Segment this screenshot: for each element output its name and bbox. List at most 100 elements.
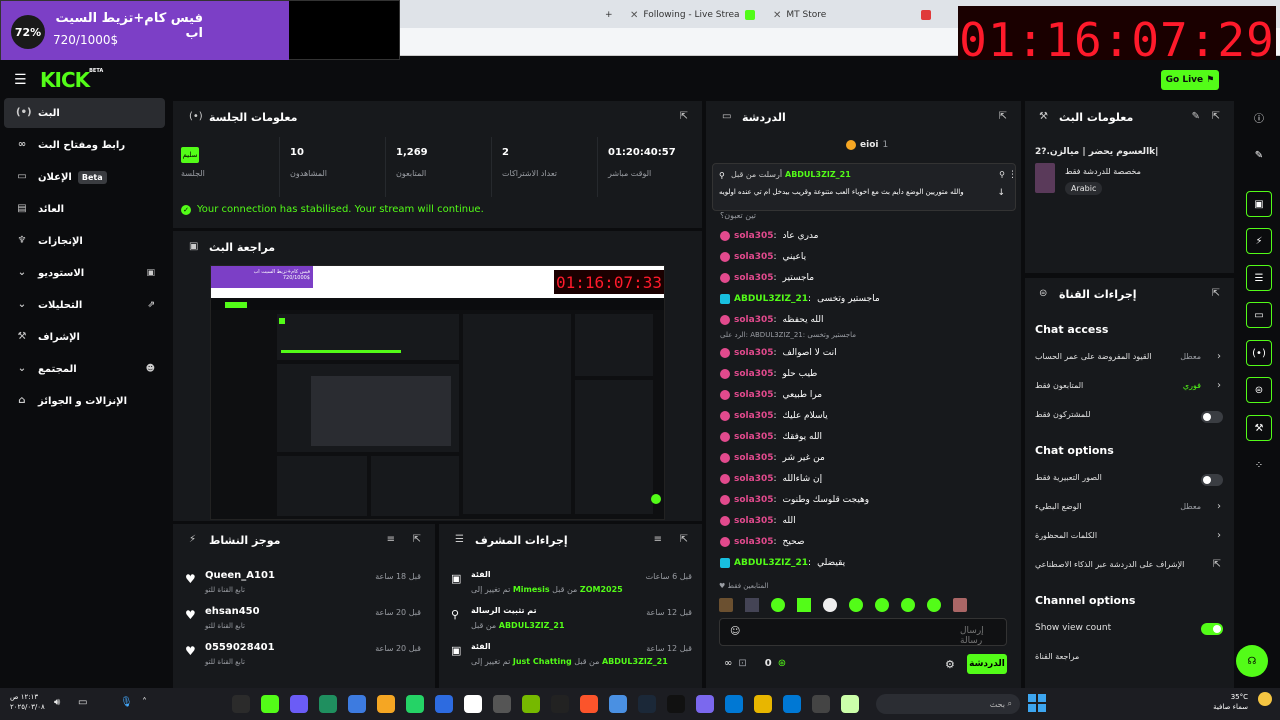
show-view-count-toggle[interactable] [1201, 623, 1223, 635]
subscribers-only-toggle[interactable] [1201, 411, 1223, 423]
list-icon[interactable]: ☰ [1246, 265, 1272, 291]
taskbar-app-icon[interactable] [232, 695, 250, 713]
chat-username[interactable]: ABDUL3ZIZ_21 [734, 558, 808, 568]
taskbar-app-icon[interactable] [348, 695, 366, 713]
gear-icon[interactable]: ⚙ [945, 658, 955, 671]
chat-username[interactable]: sola305 [734, 390, 774, 400]
preview-icon[interactable]: ▣ [1246, 191, 1272, 217]
chat-input[interactable]: ☺ إرسال رسالة [719, 618, 1007, 646]
sidebar-item-ads[interactable]: ▭ الإعلان Beta [4, 162, 165, 192]
start-icon[interactable] [1028, 694, 1046, 712]
browser-tab-mtstore[interactable]: ✕ MT Store [773, 6, 943, 24]
menu-icon[interactable]: ☰ [14, 72, 27, 88]
taskbar-app-icon[interactable] [493, 695, 511, 713]
stream-preview-video[interactable]: فيس كام+تزيط السيت اب 720/1000$ 01:16:07… [210, 265, 665, 520]
filter-icon[interactable]: ≡ [387, 534, 395, 545]
ai-moderation-row[interactable]: الإشراف على الدردشة عبر الذكاء الاصطناعي… [1035, 559, 1225, 576]
sidebar-item-moderation[interactable]: ⚒ الإشراف [4, 322, 165, 352]
chat-username[interactable]: sola305 [734, 474, 774, 484]
help-icon[interactable]: ☊ [1236, 645, 1268, 677]
volume-icon[interactable]: 🔊︎ [54, 697, 60, 708]
chat-username[interactable]: sola305 [734, 273, 774, 283]
emote-icon[interactable] [953, 598, 967, 612]
more-icon[interactable]: ⋮ [1008, 170, 1017, 180]
chat-username[interactable]: sola305 [734, 411, 774, 421]
taskbar-clock[interactable]: ١٢:١٣ ص ٢٠٢٥/٠٣/٠٨ [10, 692, 45, 712]
taskbar-search[interactable]: بحث ⌕ [876, 694, 1020, 714]
taskbar-app-icon[interactable] [464, 695, 482, 713]
followers-only-row[interactable]: المتابعون فقط فوري › [1035, 380, 1225, 397]
sidebar-item-stream-key[interactable]: ∞ رابط ومفتاح البث [4, 130, 165, 160]
edit-icon[interactable]: ✎ [1192, 111, 1200, 122]
broadcast-icon[interactable]: (•) [1246, 340, 1272, 366]
taskbar-app-icon[interactable] [580, 695, 598, 713]
info-icon[interactable]: ⓘ [1246, 104, 1272, 130]
sidebar-item-drops[interactable]: ⌂ الإنزالات و الجوائز [4, 386, 165, 416]
sidebar-item-achievements[interactable]: ♆ الإنجازات [4, 226, 165, 256]
popout-icon[interactable]: ⇱ [680, 534, 688, 545]
sidebar-item-analytics[interactable]: ⌄ التحليلات ⇗ [4, 290, 165, 320]
chat-username[interactable]: sola305 [734, 453, 774, 463]
chat-username[interactable]: sola305 [734, 348, 774, 358]
chat-username[interactable]: sola305 [734, 516, 774, 526]
taskbar-app-icon[interactable] [435, 695, 453, 713]
chat-username[interactable]: sola305 [734, 315, 774, 325]
add-widget-icon[interactable]: ⁘ [1246, 452, 1272, 478]
emote-icon[interactable] [719, 598, 733, 612]
channel-review-row[interactable]: مراجعة القناة [1035, 652, 1225, 668]
emote-icon[interactable] [901, 598, 915, 612]
taskbar-app-icon[interactable] [667, 695, 685, 713]
category-thumbnail[interactable] [1035, 163, 1055, 193]
taskbar-app-icon[interactable] [290, 695, 308, 713]
emote-icon[interactable] [797, 598, 811, 612]
sidebar-item-community[interactable]: ⌄ المجتمع ☻ [4, 354, 165, 384]
popout-icon[interactable]: ⇱ [1212, 111, 1220, 122]
chat-username[interactable]: ABDUL3ZIZ_21 [734, 294, 808, 304]
taskbar-app-icon[interactable] [609, 695, 627, 713]
pin-icon[interactable]: ⚲ [999, 170, 1005, 179]
chat-username[interactable]: sola305 [734, 537, 774, 547]
taskbar-app-icon[interactable] [319, 695, 337, 713]
close-icon[interactable]: ✕ [773, 10, 781, 21]
chat-username[interactable]: sola305 [734, 252, 774, 262]
taskbar-app-icon[interactable] [406, 695, 424, 713]
chat-username[interactable]: sola305 [734, 432, 774, 442]
chat-send-button[interactable]: الدردشة [967, 654, 1007, 674]
popout-icon[interactable]: ⇱ [1212, 288, 1220, 299]
emoji-icon[interactable]: ☺ [730, 626, 740, 637]
kick-logo[interactable]: KICKBETA [40, 68, 103, 92]
taskbar-weather[interactable]: 35°C سماء صافية [1208, 692, 1248, 712]
sidebar-item-stream[interactable]: (•) البث [4, 98, 165, 128]
popout-icon[interactable]: ⇱ [413, 534, 421, 545]
popout-icon[interactable]: ⇱ [999, 111, 1007, 122]
taskbar-app-icon[interactable] [551, 695, 569, 713]
wrench-icon[interactable]: ⚒ [1246, 415, 1272, 441]
emote-icon[interactable] [875, 598, 889, 612]
emote-icon[interactable] [745, 598, 759, 612]
taskbar-app-icon[interactable] [377, 695, 395, 713]
sidebar-item-revenue[interactable]: ▤ العائد [4, 194, 165, 224]
channel-icon[interactable]: ⊜ [1246, 377, 1272, 403]
sidebar-item-studio[interactable]: ⌄ الاستوديو ▣ [4, 258, 165, 288]
new-tab-button[interactable]: + [605, 6, 613, 24]
emote-icon[interactable] [849, 598, 863, 612]
taskbar-app-icon[interactable] [754, 695, 772, 713]
bolt-icon[interactable]: ⚡ [1246, 228, 1272, 254]
banned-words-row[interactable]: الكلمات المحظورة › [1035, 530, 1225, 547]
infinity-icon[interactable]: ∞ [724, 658, 732, 669]
chat-username[interactable]: sola305 [734, 495, 774, 505]
account-age-row[interactable]: القيود المفروضة على عمر الحساب معطل › [1035, 351, 1225, 368]
filter-icon[interactable]: ≡ [654, 534, 662, 545]
network-icon[interactable]: ▭ [78, 697, 87, 708]
taskbar-app-icon[interactable] [783, 695, 801, 713]
taskbar-app-icon[interactable] [522, 695, 540, 713]
chat-icon[interactable]: ▭ [1246, 302, 1272, 328]
chat-username[interactable]: sola305 [734, 369, 774, 379]
taskbar-app-icon[interactable] [638, 695, 656, 713]
slow-mode-row[interactable]: الوضع البطيء معطل › [1035, 501, 1225, 518]
taskbar-app-icon[interactable] [261, 695, 279, 713]
chat-username[interactable]: sola305 [734, 231, 774, 241]
go-live-button[interactable]: Go Live ⚑ [1161, 70, 1219, 90]
browser-tab-following[interactable]: ✕ Following - Live Streams on Kick [630, 6, 755, 24]
taskbar-app-icon[interactable] [841, 695, 859, 713]
